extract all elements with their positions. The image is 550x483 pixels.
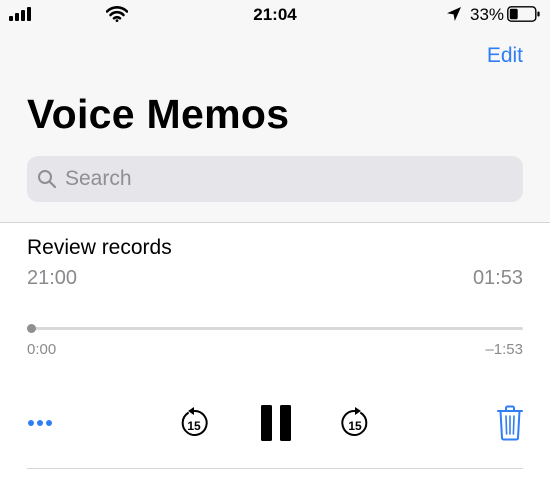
scrubber-thumb[interactable] [27,324,36,333]
skip-forward-15-icon: 15 [339,406,371,440]
skip-back-15-icon: 15 [178,406,210,440]
remaining-time: –1:53 [485,341,523,358]
voice-memos-screen: 21:04 33% Edit Voice Memos Search Review… [0,0,550,483]
delete-button[interactable] [497,405,523,441]
skip-back-button[interactable]: 15 [178,406,210,440]
skip-forward-seconds: 15 [348,419,362,433]
status-time: 21:04 [253,5,297,24]
more-icon [27,414,53,432]
location-icon [446,6,462,22]
recording-title[interactable]: Review records [27,236,172,260]
header-area: 21:04 33% Edit Voice Memos [0,0,550,223]
status-bar: 21:04 33% [0,0,550,32]
scrubber-track [27,327,523,330]
skip-back-seconds: 15 [187,419,201,433]
battery-icon [507,5,541,23]
search-icon [37,169,57,189]
playback-scrubber[interactable] [27,322,523,336]
skip-forward-button[interactable]: 15 [339,406,371,440]
trash-icon [497,405,523,441]
page-title: Voice Memos [27,91,290,137]
row-divider [27,468,523,469]
elapsed-time: 0:00 [27,341,57,358]
search-input[interactable] [65,156,505,202]
recording-duration: 01:53 [472,267,523,289]
battery-percent: 33% [470,5,505,24]
recording-time: 21:00 [27,267,78,289]
pause-icon [259,404,293,442]
search-bar[interactable] [27,156,523,202]
edit-button[interactable]: Edit [487,44,523,68]
more-button[interactable] [27,414,53,432]
pause-button[interactable] [259,404,293,442]
